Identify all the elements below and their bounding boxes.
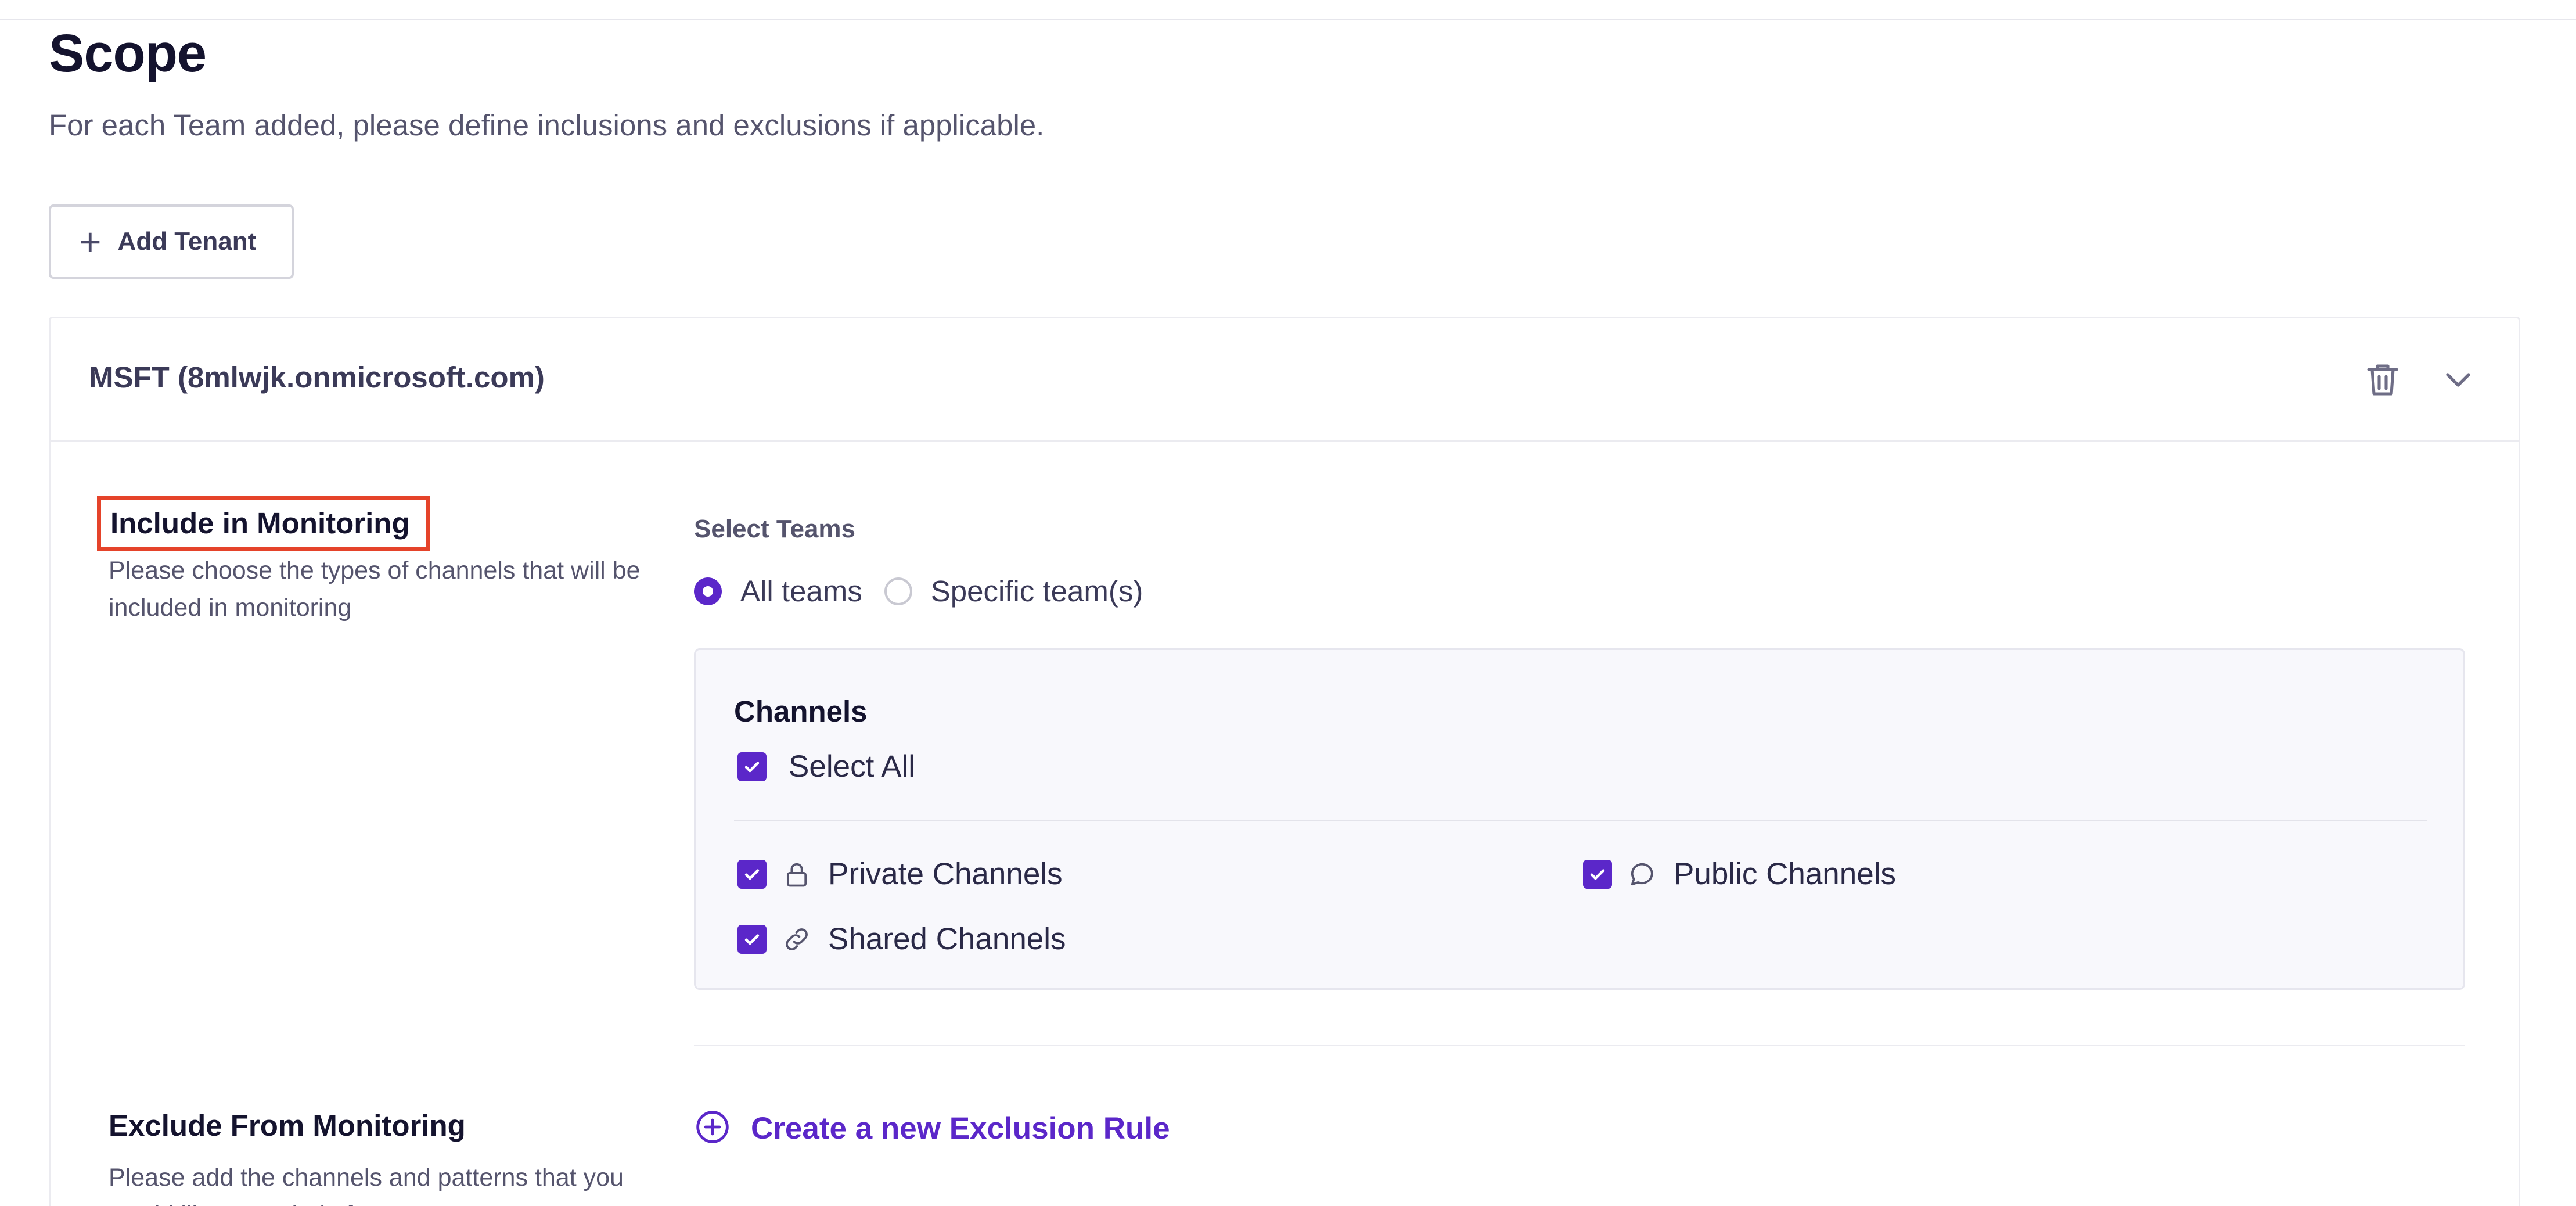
shared-channels-checkbox[interactable]: [737, 924, 767, 954]
top-divider: [0, 19, 2576, 20]
public-channels-checkbox[interactable]: [1583, 859, 1612, 889]
tenant-name: MSFT (8mlwjk.onmicrosoft.com): [89, 361, 545, 394]
select-teams-label: Select Teams: [694, 515, 856, 543]
shared-channels-label: Shared Channels: [828, 922, 1066, 956]
add-tenant-button[interactable]: + Add Tenant: [49, 204, 294, 279]
chevron-down-icon[interactable]: [2437, 359, 2479, 401]
tenant-card: MSFT (8mlwjk.onmicrosoft.com) Include in…: [49, 317, 2520, 1206]
exclude-description: Please add the channels and patterns tha…: [109, 1164, 624, 1206]
link-icon: [782, 924, 812, 954]
radio-all-teams-label[interactable]: All teams: [740, 574, 862, 608]
private-channels-row[interactable]: Private Channels: [737, 856, 1063, 892]
trash-icon[interactable]: [2362, 359, 2404, 401]
channels-title: Channels: [734, 695, 868, 728]
select-all-checkbox[interactable]: [737, 752, 767, 781]
include-title-highlight: Include in Monitoring: [97, 496, 430, 551]
exclude-title: Exclude From Monitoring: [109, 1109, 466, 1142]
plus-icon: +: [79, 220, 102, 263]
plus-circle-icon: [694, 1108, 731, 1148]
include-description: Please choose the types of channels that…: [109, 557, 641, 622]
radio-specific-teams-label[interactable]: Specific team(s): [931, 574, 1143, 608]
create-exclusion-rule-link[interactable]: Create a new Exclusion Rule: [694, 1108, 1170, 1148]
shared-channels-row[interactable]: Shared Channels: [737, 921, 1066, 957]
private-channels-checkbox[interactable]: [737, 859, 767, 889]
public-channels-row[interactable]: Public Channels: [1583, 856, 1896, 892]
select-all-row[interactable]: Select All: [737, 749, 915, 784]
channels-divider: [734, 820, 2427, 821]
page-subtitle: For each Team added, please define inclu…: [49, 109, 1045, 142]
channels-panel: Channels Select All Private Channels Pub…: [694, 648, 2465, 990]
teams-radio-group: All teams Specific team(s): [694, 574, 1143, 608]
radio-specific-teams[interactable]: [884, 577, 912, 605]
page-title: Scope: [49, 24, 207, 83]
section-divider: [694, 1045, 2465, 1046]
chat-bubble-icon: [1627, 859, 1657, 889]
radio-all-teams[interactable]: [694, 577, 722, 605]
lock-icon: [782, 859, 812, 889]
private-channels-label: Private Channels: [828, 857, 1063, 891]
select-all-label: Select All: [789, 749, 916, 784]
include-title: Include in Monitoring: [110, 507, 410, 540]
public-channels-label: Public Channels: [1674, 857, 1897, 891]
tenant-header[interactable]: MSFT (8mlwjk.onmicrosoft.com): [51, 318, 2519, 442]
create-exclusion-rule-label: Create a new Exclusion Rule: [751, 1111, 1170, 1146]
add-tenant-label: Add Tenant: [117, 227, 257, 256]
